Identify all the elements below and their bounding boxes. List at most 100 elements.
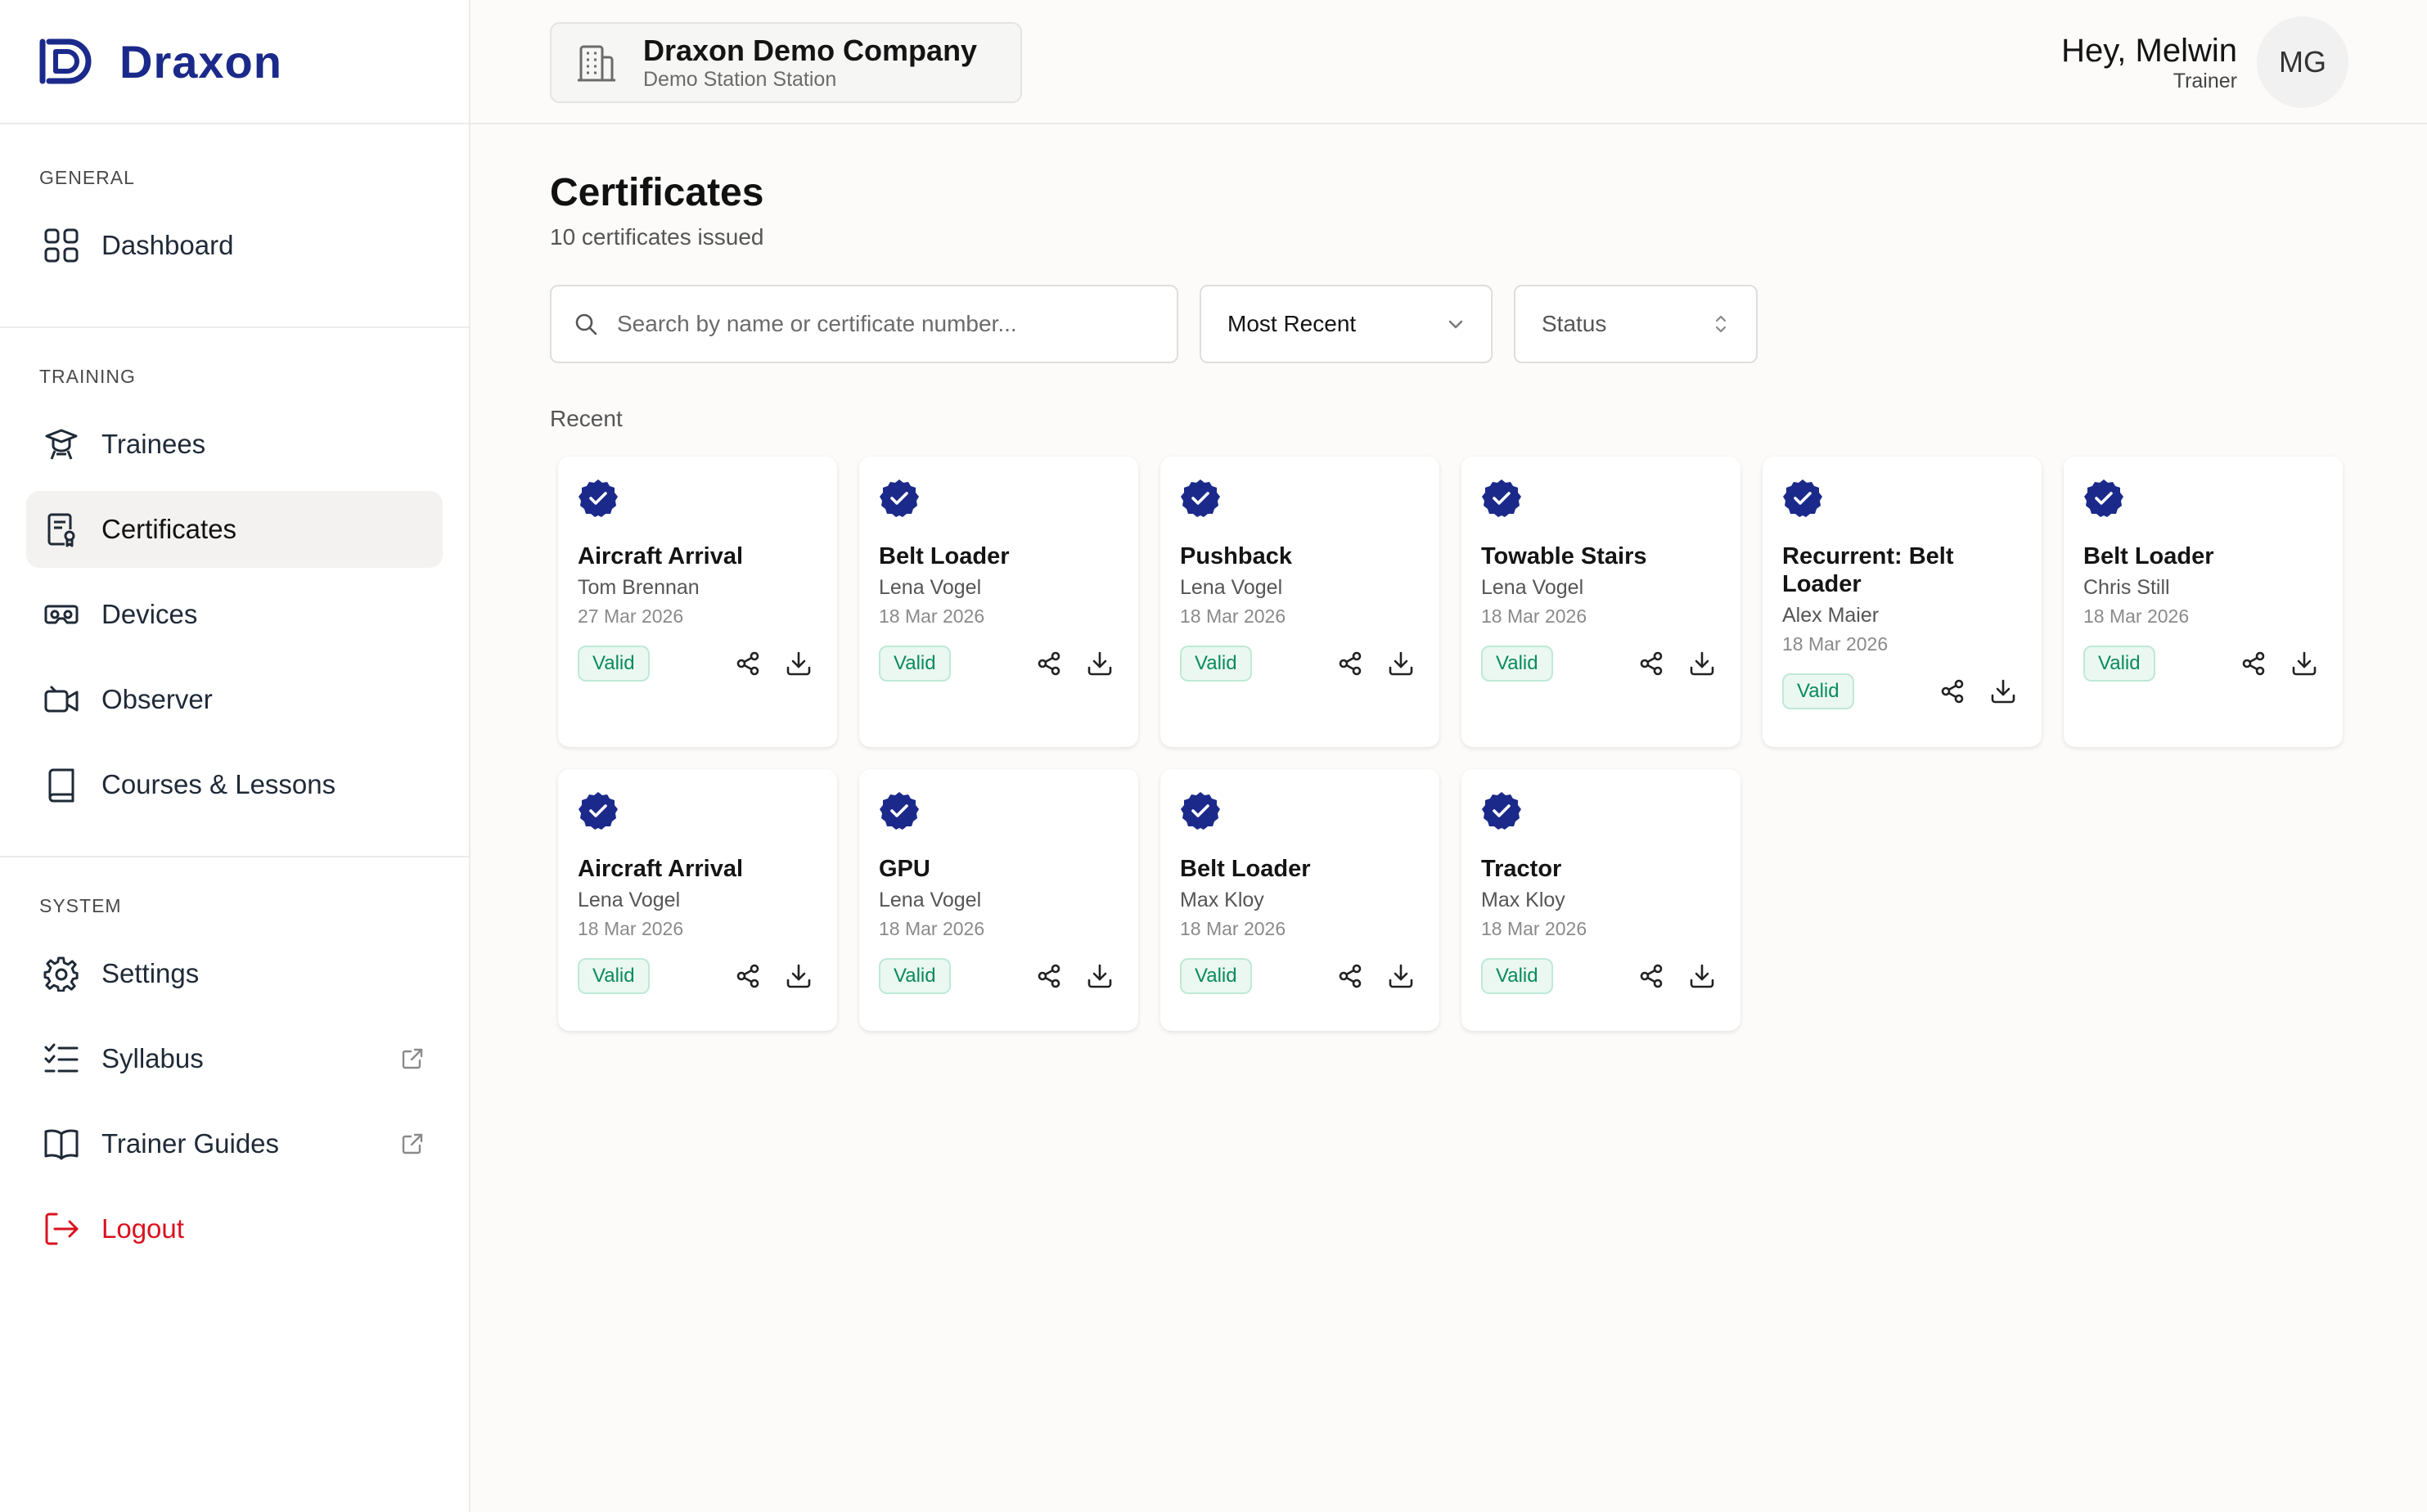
company-switcher[interactable]: Draxon Demo Company Demo Station Station (550, 22, 1022, 103)
sidebar-item-dashboard[interactable]: Dashboard (26, 207, 443, 284)
sidebar-item-label: Trainees (101, 429, 206, 459)
share-icon[interactable] (1938, 677, 1966, 705)
trainee-name: Lena Vogel (879, 576, 982, 599)
certificate-card[interactable]: Belt Loader Max Kloy 18 Mar 2026 Valid (1160, 769, 1439, 1031)
status-badge: Valid (1481, 646, 1553, 682)
nav-section-system: SYSTEM Settings Syllabus Trainer Guides … (0, 856, 469, 1300)
status-badge: Valid (578, 958, 650, 994)
certificate-card[interactable]: Recurrent: Belt Loader Alex Maier 18 Mar… (1763, 457, 2042, 747)
download-icon[interactable] (1086, 650, 1114, 677)
section-title-general: GENERAL (39, 167, 135, 188)
issue-date: 18 Mar 2026 (879, 605, 985, 627)
certificate-card[interactable]: Towable Stairs Lena Vogel 18 Mar 2026 Va… (1461, 457, 1740, 747)
share-icon[interactable] (2240, 650, 2267, 677)
certificate-card[interactable]: Belt Loader Chris Still 18 Mar 2026 Vali… (2064, 457, 2343, 747)
trainee-name: Alex Maier (1782, 604, 1880, 627)
verified-badge-icon (579, 792, 618, 830)
verified-badge-icon (1783, 479, 1822, 517)
sidebar-item-certificates[interactable]: Certificates (26, 491, 443, 568)
certificate-title: Belt Loader (2083, 543, 2214, 569)
share-icon[interactable] (1637, 650, 1665, 677)
sidebar-item-devices[interactable]: Devices (26, 576, 443, 653)
graduation-icon (43, 425, 80, 463)
trainee-name: Lena Vogel (879, 889, 982, 911)
vr-headset-icon (43, 596, 80, 633)
sidebar-item-settings[interactable]: Settings (26, 935, 443, 1012)
download-icon[interactable] (785, 962, 813, 990)
certificate-card[interactable]: Tractor Max Kloy 18 Mar 2026 Valid (1461, 769, 1740, 1031)
share-icon[interactable] (1336, 650, 1364, 677)
share-icon[interactable] (1035, 650, 1063, 677)
sidebar-item-label: Settings (101, 958, 200, 988)
nav-section-training: TRAINING Trainees Certificates Devices O… (0, 326, 469, 856)
open-book-icon (43, 1125, 80, 1163)
main-content: Certificates 10 certificates issued Most… (550, 124, 2383, 1031)
sidebar-item-courses-lessons[interactable]: Courses & Lessons (26, 746, 443, 823)
download-icon[interactable] (1688, 962, 1716, 990)
sidebar-item-trainer-guides[interactable]: Trainer Guides (26, 1105, 443, 1182)
download-icon[interactable] (785, 650, 813, 677)
page-title: Certificates (550, 171, 764, 214)
certificate-card[interactable]: Aircraft Arrival Lena Vogel 18 Mar 2026 … (558, 769, 837, 1031)
trainee-name: Lena Vogel (578, 889, 681, 911)
issue-date: 27 Mar 2026 (578, 605, 684, 627)
share-icon[interactable] (1637, 962, 1665, 990)
download-icon[interactable] (1387, 962, 1415, 990)
search-input[interactable] (615, 310, 1172, 338)
chevron-down-icon (1448, 320, 1463, 329)
status-badge: Valid (1481, 958, 1553, 994)
status-select[interactable]: Status (1514, 285, 1758, 363)
sort-select[interactable]: Most Recent (1200, 285, 1493, 363)
sidebar-item-label: Certificates (101, 514, 237, 544)
sidebar-item-syllabus[interactable]: Syllabus (26, 1020, 443, 1097)
verified-badge-icon (880, 792, 919, 830)
download-icon[interactable] (1387, 650, 1415, 677)
company-name: Draxon Demo Company (643, 33, 978, 67)
checklist-icon (43, 1040, 80, 1078)
sidebar-item-observer[interactable]: Observer (26, 661, 443, 738)
share-icon[interactable] (1336, 962, 1364, 990)
verified-badge-icon (579, 479, 618, 517)
issue-date: 18 Mar 2026 (1782, 633, 1889, 655)
share-icon[interactable] (1035, 962, 1063, 990)
brand-logo[interactable]: Draxon (0, 0, 469, 124)
station-name: Demo Station Station (643, 67, 837, 91)
external-link-icon (402, 1133, 423, 1154)
certificate-card[interactable]: Belt Loader Lena Vogel 18 Mar 2026 Valid (859, 457, 1138, 747)
status-badge: Valid (1782, 673, 1854, 709)
trainee-name: Lena Vogel (1180, 576, 1283, 599)
section-title-training: TRAINING (39, 366, 136, 387)
avatar[interactable]: MG (2257, 16, 2348, 108)
sort-select-value: Most Recent (1227, 311, 1357, 336)
trainee-name: Max Kloy (1180, 889, 1264, 911)
verified-badge-icon (1181, 792, 1220, 830)
trainee-name: Chris Still (2083, 576, 2170, 599)
download-icon[interactable] (1688, 650, 1716, 677)
sidebar-item-label: Observer (101, 684, 213, 714)
certificate-title: Belt Loader (1180, 856, 1311, 882)
certificate-card[interactable]: GPU Lena Vogel 18 Mar 2026 Valid (859, 769, 1138, 1031)
share-icon[interactable] (734, 650, 762, 677)
download-icon[interactable] (2290, 650, 2318, 677)
download-icon[interactable] (1086, 962, 1114, 990)
share-icon[interactable] (734, 962, 762, 990)
video-camera-icon (43, 681, 80, 718)
download-icon[interactable] (1989, 677, 2017, 705)
certificate-title: Belt Loader (879, 543, 1010, 569)
certificate-title: Towable Stairs (1481, 543, 1647, 569)
sidebar-item-logout[interactable]: Logout (26, 1190, 443, 1267)
book-icon (43, 766, 80, 803)
nav-section-general: GENERAL Dashboard (0, 124, 469, 326)
certificate-title: Tractor (1481, 856, 1562, 882)
certificate-title: Recurrent: Belt Loader (1782, 543, 1954, 597)
certificate-title: Aircraft Arrival (578, 543, 744, 569)
sidebar-item-trainees[interactable]: Trainees (26, 406, 443, 483)
building-icon (578, 45, 615, 81)
user-menu[interactable]: Hey, Melwin Trainer MG (2061, 16, 2348, 108)
search-icon (575, 313, 597, 335)
certificate-icon (43, 511, 80, 548)
certificate-card[interactable]: Aircraft Arrival Tom Brennan 27 Mar 2026… (558, 457, 837, 747)
issue-date: 18 Mar 2026 (879, 918, 985, 939)
certificate-card[interactable]: Pushback Lena Vogel 18 Mar 2026 Valid (1160, 457, 1439, 747)
trainee-name: Max Kloy (1481, 889, 1565, 911)
